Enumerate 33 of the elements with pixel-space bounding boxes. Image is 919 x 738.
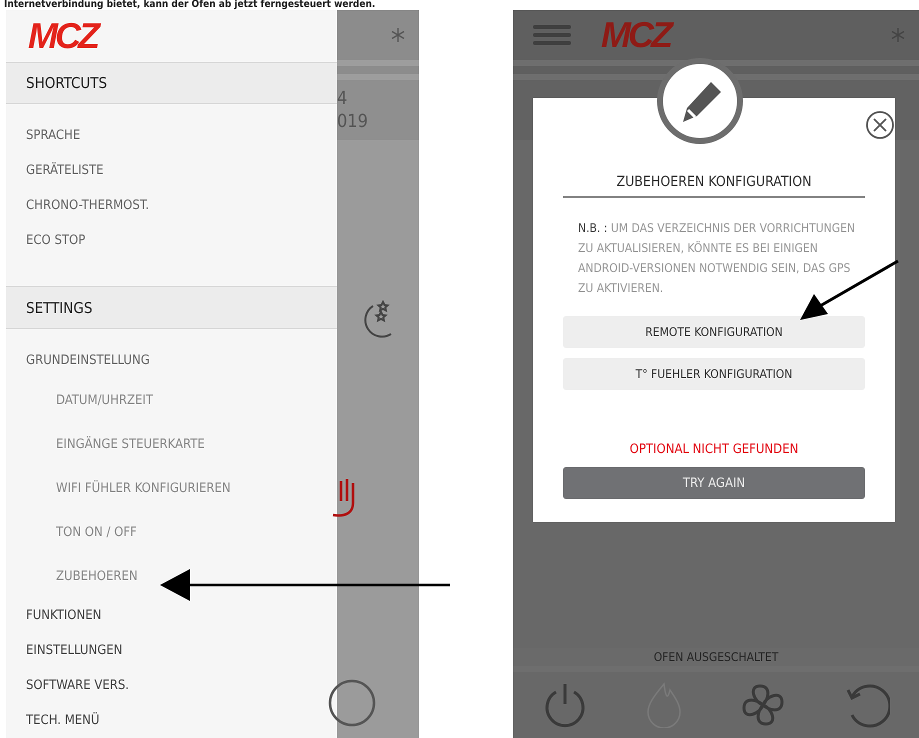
- option-button[interactable]: T° FUEHLER KONFIGURATION: [563, 358, 865, 390]
- menu-icon[interactable]: [533, 25, 571, 45]
- logo: MCZ: [601, 17, 861, 53]
- retry-button[interactable]: TRY AGAIN: [563, 467, 865, 499]
- circle-icon: [327, 678, 377, 728]
- menu-item[interactable]: FUNKTIONEN: [6, 598, 337, 633]
- date-text: 019: [337, 110, 369, 134]
- submenu-item[interactable]: TON ON / OFF: [6, 510, 337, 554]
- submenu-item[interactable]: WIFI FÜHLER KONFIGURIEREN: [6, 466, 337, 510]
- snowflake-icon: [891, 28, 905, 42]
- menu-item[interactable]: GERÄTELISTE: [6, 153, 337, 188]
- option-button[interactable]: REMOTE KONFIGURATION: [563, 316, 865, 348]
- submenu-item[interactable]: ZUBEHOEREN: [6, 554, 337, 598]
- dialog-title: ZUBEHOEREN KONFIGURATION: [563, 174, 865, 198]
- error-text: OPTIONAL NICHT GEFUNDEN: [628, 442, 800, 457]
- note-text: N.B. : UM DAS VERZEICHNIS DER VORRICHTUNGEN ZU AKTUALISIEREN, KÖNNTE ES BEI EINIGEN ANDROID-VERSIONEN NOTWENDIG SEIN, DAS GPS ZU AKTIVIEREN.: [578, 220, 856, 297]
- section-header: SHORTCUTS: [6, 62, 337, 104]
- date-text: 4: [337, 86, 348, 110]
- logo: MCZ: [28, 18, 97, 54]
- submenu-item[interactable]: DATUM/UHRZEIT: [6, 378, 337, 422]
- fan-icon[interactable]: [740, 682, 786, 728]
- menu-item[interactable]: GRUNDEINSTELLUNG: [6, 343, 337, 378]
- close-icon[interactable]: [865, 110, 895, 140]
- section-header: SETTINGS: [6, 286, 337, 329]
- menu-item[interactable]: SOFTWARE VERS.: [6, 668, 337, 703]
- refresh-icon[interactable]: [844, 682, 890, 728]
- menu-item[interactable]: CHRONO-THERMOST.: [6, 188, 337, 224]
- submenu-item[interactable]: EINGÄNGE STEUERKARTE: [6, 422, 337, 466]
- menu-item[interactable]: ECO STOP: [6, 223, 337, 258]
- menu-item[interactable]: TECH. MENÜ: [6, 703, 337, 738]
- menu-item[interactable]: SPRACHE: [6, 118, 337, 154]
- menu-item[interactable]: EINSTELLUNGEN: [6, 633, 337, 668]
- snowflake-icon: [391, 28, 405, 42]
